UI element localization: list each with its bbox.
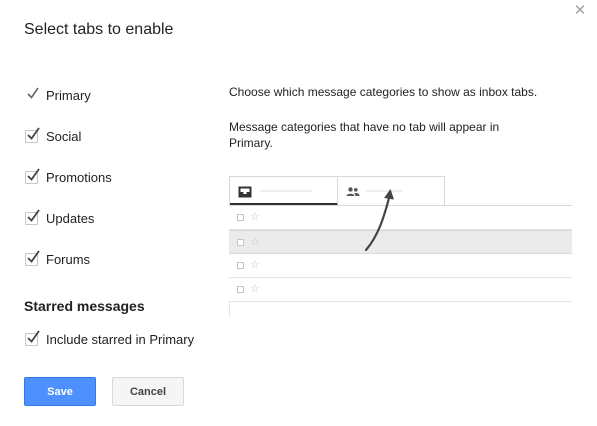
description-no-tab: Message categories that have no tab will… <box>229 120 500 150</box>
star-icon: ☆ <box>250 259 260 271</box>
forums-checkbox[interactable] <box>25 249 40 266</box>
tab-option-label: Updates <box>46 210 95 226</box>
star-icon: ☆ <box>250 283 260 295</box>
tab-option-primary: Primary <box>25 87 91 103</box>
social-checkbox[interactable] <box>25 126 40 143</box>
tab-option-label: Forums <box>46 251 91 267</box>
list-item: ☆ <box>229 278 572 302</box>
star-icon: ☆ <box>250 236 260 248</box>
preview-tab-bar <box>229 176 445 206</box>
tab-option-promotions[interactable]: Promotions <box>25 167 112 185</box>
preview-tab-primary <box>230 177 338 206</box>
inbox-icon <box>238 186 252 198</box>
promotions-checkbox[interactable] <box>25 167 40 184</box>
star-icon: ☆ <box>250 211 260 223</box>
primary-check-icon <box>25 87 39 102</box>
starred-messages-heading: Starred messages <box>24 298 145 314</box>
tab-option-updates[interactable]: Updates <box>25 208 95 226</box>
save-button[interactable]: Save <box>24 377 96 406</box>
tab-option-forums[interactable]: Forums <box>25 249 91 267</box>
checkbox-icon <box>237 214 244 221</box>
tab-option-social[interactable]: Social <box>25 126 82 144</box>
tab-option-label: Social <box>46 128 82 144</box>
close-icon[interactable]: ✕ <box>573 3 587 18</box>
select-tabs-dialog: Select tabs to enable ✕ Primary Social P… <box>0 0 597 426</box>
include-starred-option[interactable]: Include starred in Primary <box>25 329 195 347</box>
preview-tab-placeholder <box>260 190 312 192</box>
tab-option-label: Primary <box>46 87 91 103</box>
list-item: ☆ <box>229 254 572 278</box>
updates-checkbox[interactable] <box>25 208 40 225</box>
checkbox-icon <box>237 262 244 269</box>
include-starred-label: Include starred in Primary <box>46 331 195 347</box>
tab-option-label: Promotions <box>46 169 112 185</box>
cancel-button[interactable]: Cancel <box>112 377 184 406</box>
description-categories: Choose which message categories to show … <box>229 85 538 99</box>
checkbox-icon <box>237 239 244 246</box>
curved-arrow-icon <box>364 189 394 252</box>
checkbox-icon <box>237 286 244 293</box>
include-starred-checkbox[interactable] <box>25 329 40 346</box>
dialog-title: Select tabs to enable <box>24 21 174 38</box>
